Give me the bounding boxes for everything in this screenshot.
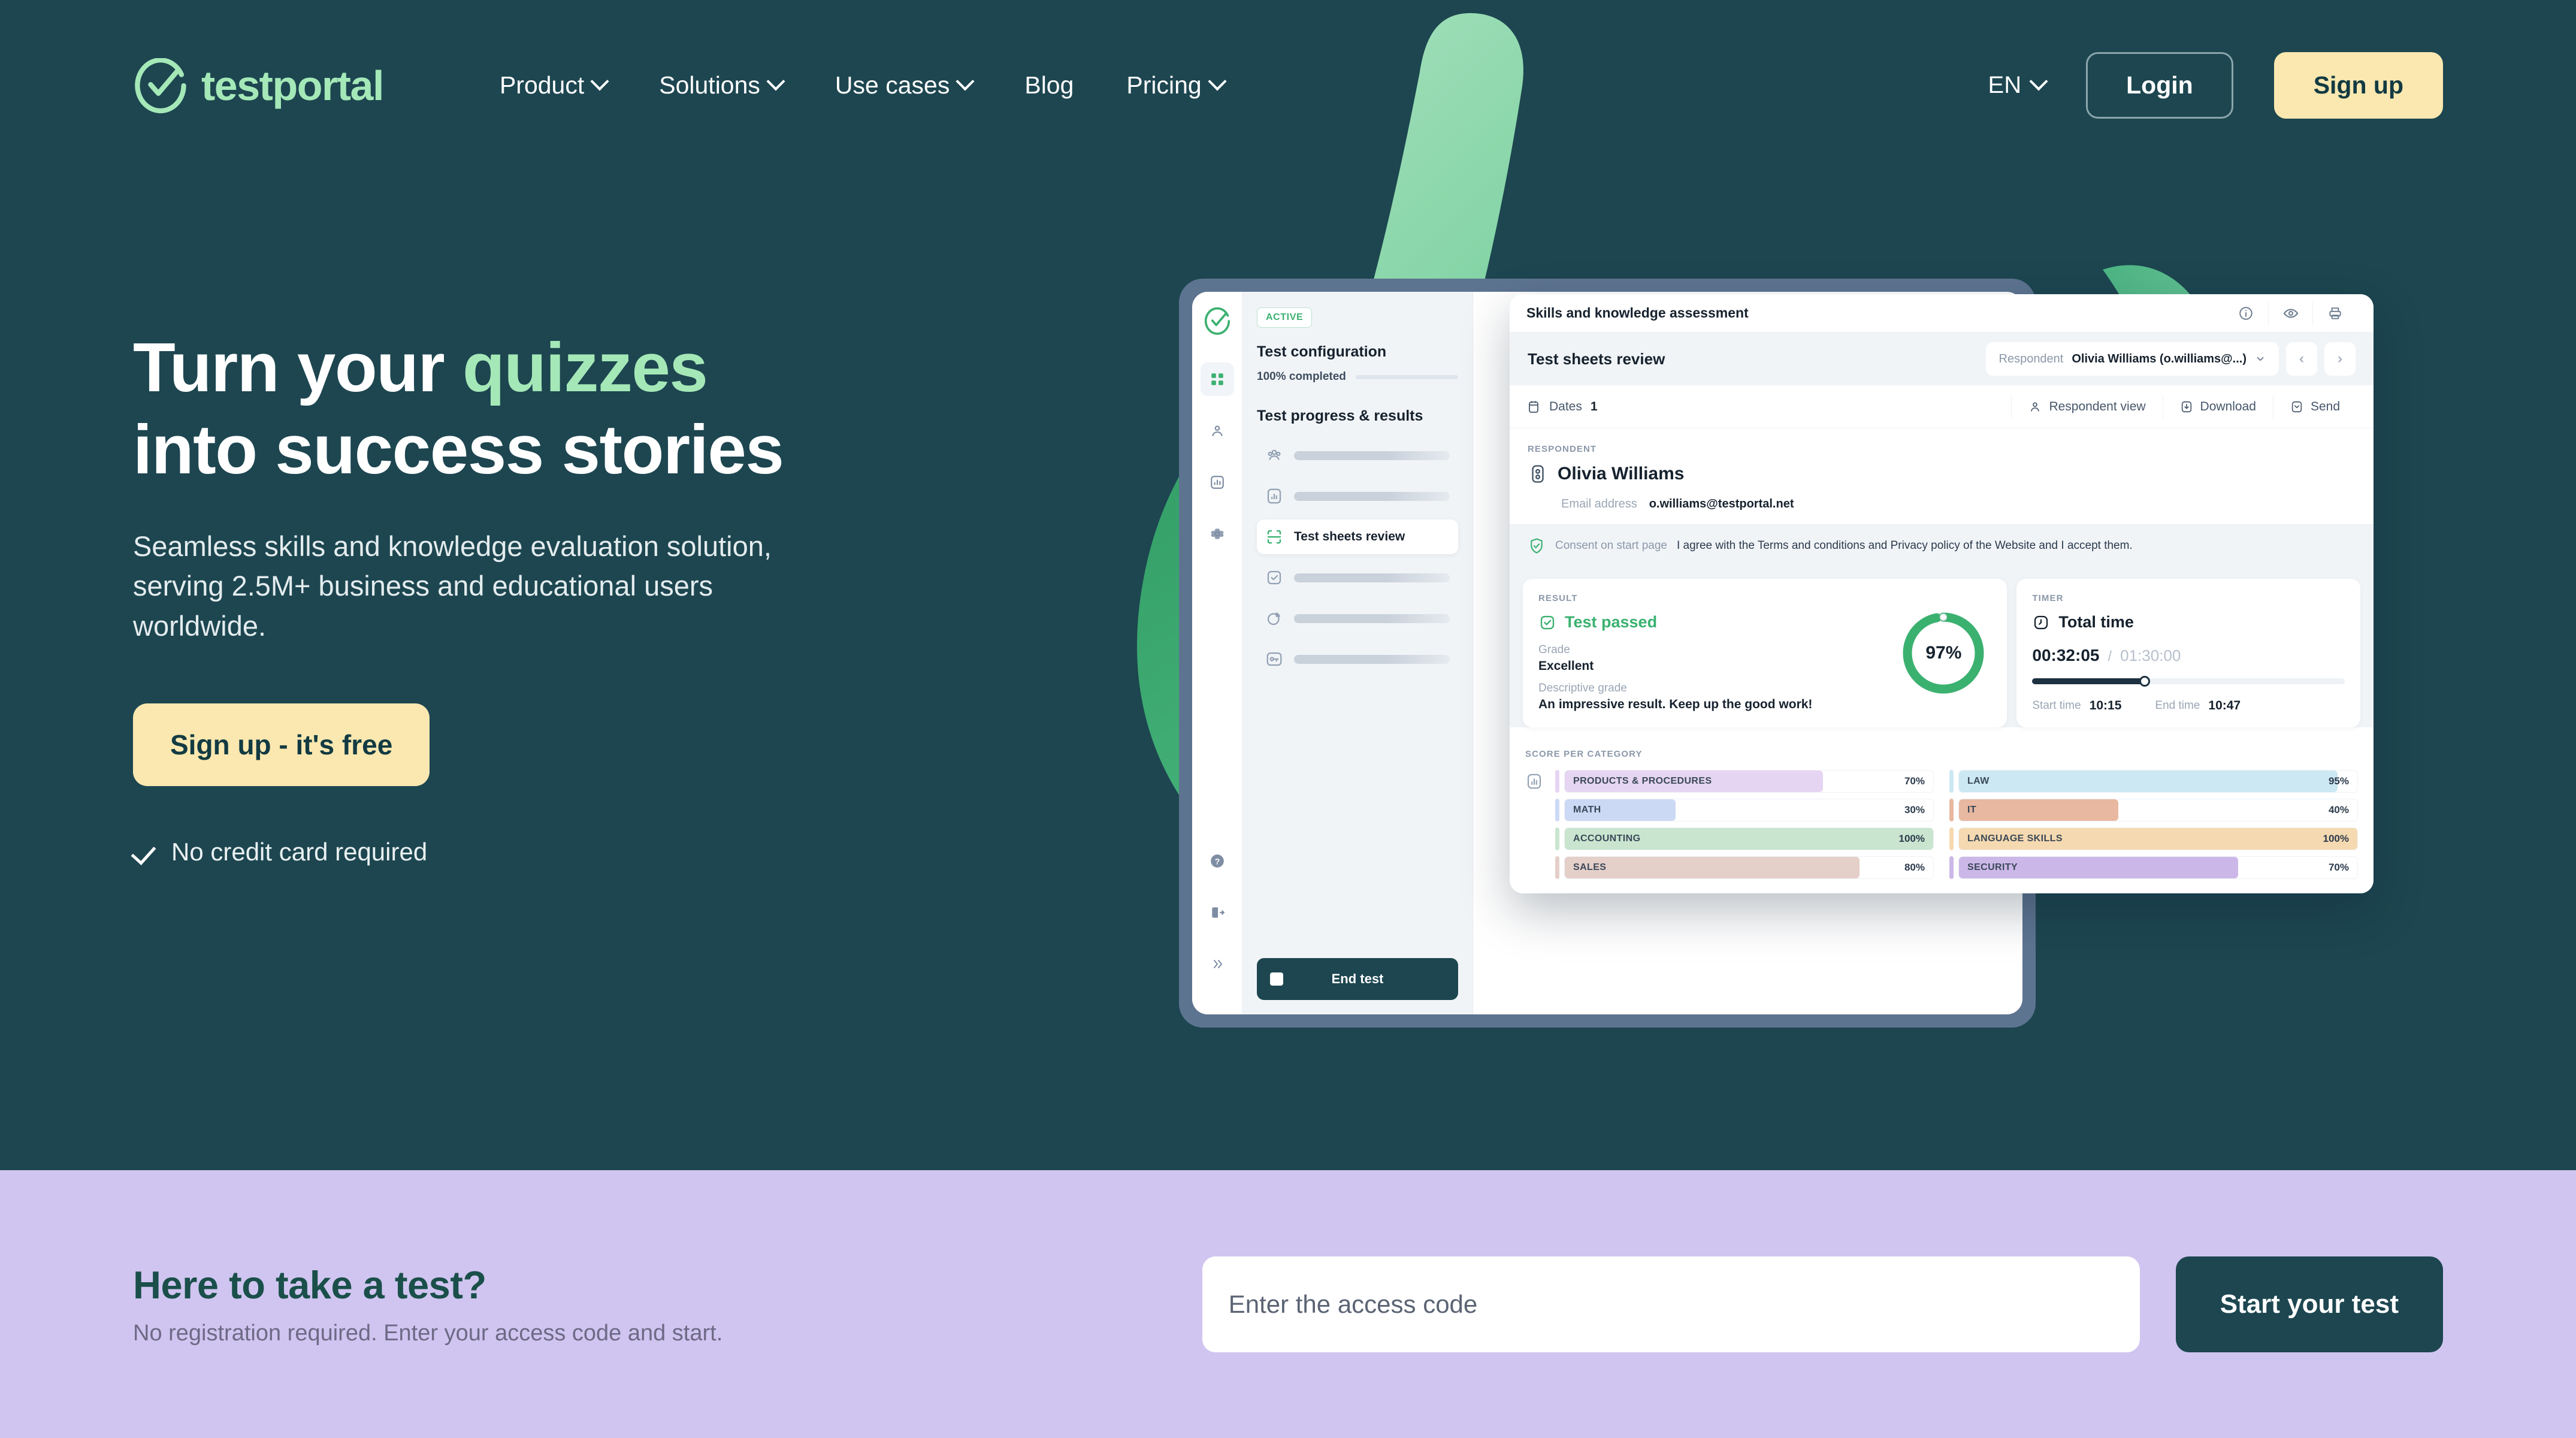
end-test-button[interactable]: End test <box>1257 958 1458 1000</box>
no-credit-card-note: No credit card required <box>133 838 1092 866</box>
nav-label: Use cases <box>835 71 950 99</box>
chevron-down-icon <box>2029 71 2048 90</box>
page-title: Turn your quizzes into success stories <box>133 327 1092 491</box>
rail-bottom-icons: ? <box>1201 844 1234 1014</box>
start-test-button[interactable]: Start your test <box>2175 1256 2443 1352</box>
hero-section: testportal Product Solutions Use cases B… <box>0 0 2576 1170</box>
check-icon <box>133 840 157 864</box>
band-form: Start your test <box>1202 1256 2443 1352</box>
access-code-input[interactable] <box>1202 1256 2140 1352</box>
language-label: EN <box>1988 72 2022 98</box>
hero-subtitle: Seamless skills and knowledge evaluation… <box>133 530 772 642</box>
header-actions: EN Login Sign up <box>1988 52 2443 119</box>
chevron-down-icon <box>766 71 785 90</box>
nav-label: Product <box>499 71 585 99</box>
access-code-band: Here to take a test? No registration req… <box>0 1170 2576 1438</box>
band-title: Here to take a test? <box>133 1262 486 1307</box>
stop-icon <box>1270 972 1283 986</box>
signup-button[interactable]: Sign up <box>2273 52 2443 119</box>
nav-item-product[interactable]: Product <box>473 71 633 99</box>
hero-title-highlight: quizzes <box>462 328 708 406</box>
main-navigation: Product Solutions Use cases Blog Pricing <box>473 71 1250 99</box>
nav-item-blog[interactable]: Blog <box>998 71 1100 99</box>
hero-title-part2: into success stories <box>133 410 784 488</box>
logout-icon[interactable] <box>1201 896 1234 929</box>
hero-body: Turn your quizzes into success stories S… <box>0 171 2576 866</box>
brand-logo[interactable]: testportal <box>133 58 384 113</box>
expand-icon[interactable] <box>1201 947 1234 981</box>
end-test-label: End test <box>1331 971 1384 986</box>
chevron-down-icon <box>590 71 609 90</box>
hero-copy: Turn your quizzes into success stories S… <box>133 171 1092 866</box>
nav-label: Blog <box>1024 71 1074 99</box>
site-header: testportal Product Solutions Use cases B… <box>0 0 2576 171</box>
nav-item-solutions[interactable]: Solutions <box>633 71 809 99</box>
band-copy: Here to take a test? No registration req… <box>133 1262 1151 1346</box>
chevron-down-icon <box>956 71 975 90</box>
nav-label: Pricing <box>1126 71 1202 99</box>
hero-signup-button[interactable]: Sign up - it's free <box>133 703 430 786</box>
band-subtitle: No registration required. Enter your acc… <box>133 1320 723 1346</box>
nav-item-pricing[interactable]: Pricing <box>1100 71 1250 99</box>
hero-title-part1: Turn your <box>133 328 445 406</box>
nav-item-use-cases[interactable]: Use cases <box>809 71 998 99</box>
check-circle-logo-icon <box>135 58 186 113</box>
nav-label: Solutions <box>659 71 760 99</box>
login-button[interactable]: Login <box>2086 52 2233 119</box>
no-credit-card-label: No credit card required <box>171 837 428 866</box>
chevron-down-icon <box>1208 71 1227 90</box>
language-selector[interactable]: EN <box>1988 71 2048 99</box>
brand-name: testportal <box>201 62 384 109</box>
